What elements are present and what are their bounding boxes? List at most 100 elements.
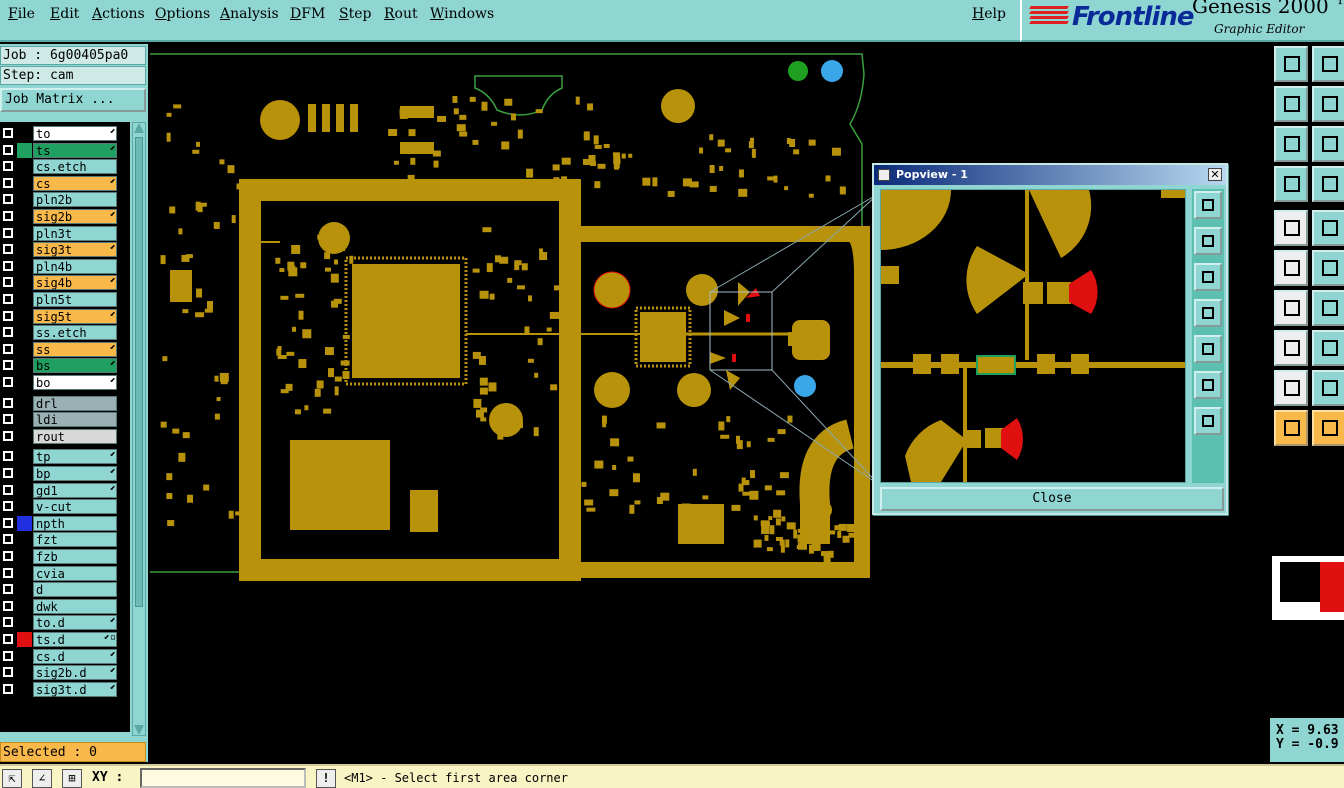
layer-name[interactable]: d bbox=[33, 582, 117, 598]
layer-name[interactable]: sig5t bbox=[33, 308, 117, 324]
layer-color-swatch[interactable] bbox=[17, 428, 32, 444]
layer-row[interactable]: ldi bbox=[0, 412, 118, 428]
layer-checkbox[interactable] bbox=[3, 194, 13, 205]
layer-row[interactable]: sig3t ⬋ bbox=[0, 242, 118, 258]
zoom-out-button[interactable] bbox=[1312, 126, 1344, 162]
layer-row[interactable]: cs ⬋ bbox=[0, 175, 118, 191]
layer-row[interactable]: fzt bbox=[0, 532, 118, 548]
layer-name[interactable]: sig4b bbox=[33, 275, 117, 291]
layer-row[interactable]: sig3t.d ⬋ bbox=[0, 681, 118, 697]
layer-row[interactable]: npth bbox=[0, 515, 118, 531]
layer-row[interactable]: sig2b ⬋ bbox=[0, 209, 118, 224]
layer-checkbox[interactable] bbox=[3, 177, 13, 188]
menu-actions[interactable]: Actions bbox=[92, 6, 145, 22]
angle-mode-icon[interactable]: ∠ bbox=[32, 769, 52, 788]
layer-name[interactable]: ss.etch bbox=[33, 325, 117, 341]
layer-color-swatch[interactable] bbox=[17, 482, 32, 498]
job-matrix-button[interactable]: Job Matrix ... bbox=[0, 88, 146, 112]
layer-name[interactable]: v-cut bbox=[33, 499, 117, 515]
grid-button[interactable] bbox=[1312, 166, 1344, 202]
layer-checkbox[interactable] bbox=[3, 161, 13, 172]
layer-name[interactable]: pln4b bbox=[33, 258, 117, 274]
popview-close-button[interactable]: Close bbox=[880, 487, 1224, 511]
layer-color-swatch[interactable] bbox=[17, 258, 32, 274]
layer-color-swatch[interactable] bbox=[17, 292, 32, 307]
menu-rout[interactable]: Rout bbox=[384, 6, 418, 22]
layer-checkbox[interactable] bbox=[3, 650, 13, 661]
select-area-button[interactable] bbox=[1312, 410, 1344, 446]
layer-row[interactable]: cvia bbox=[0, 565, 118, 581]
layer-name[interactable]: to.d bbox=[33, 615, 117, 631]
layer-row[interactable]: tp ⬋ bbox=[0, 449, 118, 465]
layer-name[interactable]: fzb bbox=[33, 549, 117, 564]
layer-name[interactable]: pln5t bbox=[33, 292, 117, 307]
layer-color-swatch[interactable] bbox=[17, 209, 32, 224]
layer-name[interactable]: ts bbox=[33, 142, 117, 158]
layer-checkbox[interactable] bbox=[3, 451, 13, 462]
layer-name[interactable]: ldi bbox=[33, 412, 117, 428]
layer-color-swatch[interactable] bbox=[17, 549, 32, 564]
layer-color-swatch[interactable] bbox=[17, 308, 32, 324]
layer-name[interactable]: cs bbox=[33, 175, 117, 191]
layer-row[interactable]: d bbox=[0, 582, 118, 598]
layer-color-swatch[interactable] bbox=[17, 395, 32, 411]
layer-name[interactable]: to bbox=[33, 126, 117, 141]
layer-row[interactable]: ts.d ⬋▫ bbox=[0, 632, 118, 647]
layer-checkbox[interactable] bbox=[3, 534, 13, 545]
layer-color-swatch[interactable] bbox=[17, 375, 32, 390]
close-icon[interactable]: ✕ bbox=[1208, 168, 1222, 181]
layer-name[interactable]: bp bbox=[33, 466, 117, 481]
layer-color-swatch[interactable] bbox=[17, 582, 32, 598]
layer-color-swatch[interactable] bbox=[17, 275, 32, 291]
connect-button[interactable] bbox=[1274, 250, 1308, 286]
layer-checkbox[interactable] bbox=[3, 343, 13, 354]
layer-row[interactable]: to.d ⬋ bbox=[0, 615, 118, 631]
layer-row[interactable]: pln4b bbox=[0, 258, 118, 274]
layer-row[interactable]: sig2b.d ⬋ bbox=[0, 665, 118, 681]
layer-color-swatch[interactable] bbox=[17, 499, 32, 515]
menu-dfm[interactable]: DFM bbox=[290, 6, 325, 22]
layer-scrollbar[interactable] bbox=[132, 122, 146, 736]
layer-checkbox[interactable] bbox=[3, 310, 13, 321]
layer-color-swatch[interactable] bbox=[17, 565, 32, 581]
layer-name[interactable]: fzt bbox=[33, 532, 117, 548]
menu-options[interactable]: Options bbox=[155, 6, 210, 22]
layer-name[interactable]: pln2b bbox=[33, 192, 117, 208]
layer-checkbox[interactable] bbox=[3, 430, 13, 441]
layer-checkbox[interactable] bbox=[3, 128, 13, 138]
layer-color-swatch[interactable] bbox=[17, 412, 32, 428]
layer-row[interactable]: dwk bbox=[0, 598, 118, 614]
pan-down-button[interactable] bbox=[1312, 46, 1344, 82]
layer-row[interactable]: sig5t ⬋ bbox=[0, 308, 118, 324]
layer-row[interactable]: to ⬋ bbox=[0, 126, 118, 141]
menu-edit[interactable]: Edit bbox=[50, 6, 79, 22]
layer-color-swatch[interactable] bbox=[17, 242, 32, 258]
layer-color-swatch[interactable] bbox=[17, 449, 32, 465]
layer-name[interactable]: pln3t bbox=[33, 225, 117, 241]
menu-file[interactable]: File bbox=[8, 6, 35, 22]
layer-checkbox[interactable] bbox=[3, 277, 13, 288]
draw-line-button[interactable] bbox=[1274, 290, 1308, 326]
layer-color-swatch[interactable] bbox=[17, 325, 32, 341]
scroll-down-icon[interactable] bbox=[134, 725, 144, 735]
layer-row[interactable]: bp ⬋ bbox=[0, 466, 118, 481]
layer-name[interactable]: rout bbox=[33, 428, 117, 444]
layer-checkbox[interactable] bbox=[3, 294, 13, 304]
layer-row[interactable]: pln2b bbox=[0, 192, 118, 208]
popview-pan-right-button[interactable] bbox=[1194, 335, 1222, 363]
menu-step[interactable]: Step bbox=[339, 6, 371, 22]
snap-button[interactable] bbox=[1274, 330, 1308, 366]
layer-color-swatch[interactable] bbox=[17, 532, 32, 548]
layer-name[interactable]: sig2b.d bbox=[33, 665, 117, 681]
arrow-triangle-button[interactable] bbox=[1312, 370, 1344, 406]
layer-name[interactable]: sig3t.d bbox=[33, 681, 117, 697]
layer-color-swatch[interactable] bbox=[17, 598, 32, 614]
layer-name[interactable]: sig2b bbox=[33, 209, 117, 224]
layer-name[interactable]: cvia bbox=[33, 565, 117, 581]
add-line-button[interactable] bbox=[1312, 210, 1344, 246]
popview-zoom-out-button[interactable] bbox=[1194, 407, 1222, 435]
layer-row[interactable]: drl bbox=[0, 395, 118, 411]
layer-checkbox[interactable] bbox=[3, 327, 13, 338]
xy-input[interactable] bbox=[140, 768, 306, 788]
triangle-button[interactable] bbox=[1274, 370, 1308, 406]
